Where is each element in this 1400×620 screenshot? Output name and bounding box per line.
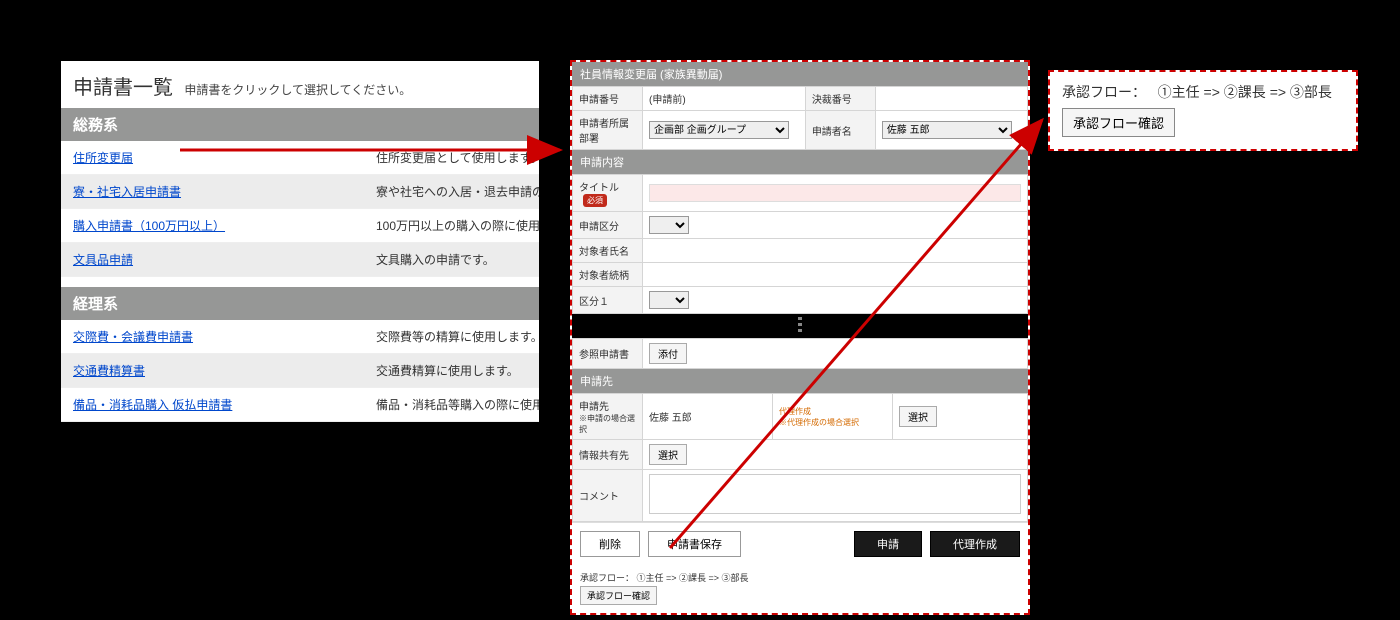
lbl-target-name: 対象者氏名 — [573, 239, 643, 263]
select-share-button[interactable]: 選択 — [649, 444, 687, 465]
val-relation[interactable] — [643, 263, 1028, 287]
val-ref: 添付 — [643, 339, 1028, 369]
form-title: 社員情報変更届 (家族異動届) — [572, 62, 1028, 86]
flow-text: ①主任 => ②課長 => ③部長 — [637, 573, 749, 583]
lbl-share: 情報共有先 — [573, 440, 643, 470]
list-row[interactable]: 交通費精算書 交通費精算に使用します。 — [61, 354, 539, 388]
list-row[interactable]: 備品・消耗品購入 仮払申請書 備品・消耗品等購入の際に使用し — [61, 388, 539, 422]
ref-table: 参照申請書 添付 — [572, 338, 1028, 369]
link-stationery[interactable]: 文具品申請 — [61, 243, 376, 276]
link-dorm-application[interactable]: 寮・社宅入居申請書 — [61, 175, 376, 208]
link-purchase-100man[interactable]: 購入申請書（100万円以上） — [61, 209, 376, 242]
save-draft-button[interactable]: 申請書保存 — [648, 531, 741, 557]
lbl-title: タイトル 必須 — [573, 175, 643, 212]
val-kbn1 — [643, 287, 1028, 314]
flow-confirm-button[interactable]: 承認フロー確認 — [580, 586, 657, 605]
section-general-affairs: 総務系 — [61, 108, 539, 141]
form-gap — [572, 314, 1028, 338]
val-title — [643, 175, 1028, 212]
select-dest-button[interactable]: 選択 — [899, 406, 937, 427]
panel-application-list: 申請書一覧 申請書をクリックして選択してください。 総務系 住所変更届 住所変更… — [60, 60, 540, 423]
lbl-comment: コメント — [573, 470, 643, 522]
val-dest-btn: 選択 — [893, 394, 1028, 440]
content-table: タイトル 必須 申請区分 対象者氏名 対象者続柄 区分１ — [572, 174, 1028, 314]
proxy-create-button[interactable]: 代理作成 — [930, 531, 1020, 557]
val-target-name[interactable] — [643, 239, 1028, 263]
dest-table: 申請先 ※申請の場合選択 佐藤 五郎 代理作成 ※代理作成の場合選択 選択 情報… — [572, 393, 1028, 522]
section-accounting: 経理系 — [61, 287, 539, 320]
panel-approval-flow-zoom: 承認フロー： ①主任 => ②課長 => ③部長 承認フロー確認 — [1048, 70, 1358, 151]
select-kbn1[interactable] — [649, 291, 689, 309]
lbl-ref: 参照申請書 — [573, 339, 643, 369]
list-row[interactable]: 寮・社宅入居申請書 寮や社宅への入居・退去申請の際 — [61, 175, 539, 209]
row-desc: 100万円以上の購入の際に使用す — [376, 209, 539, 242]
lbl-dest-sub: ※申請の場合選択 — [579, 414, 635, 434]
attach-button[interactable]: 添付 — [649, 343, 687, 364]
val-applicant: 佐藤 五郎 — [875, 111, 1027, 150]
lbl-applicant: 申請者名 — [805, 111, 875, 150]
val-dest: 佐藤 五郎 — [643, 394, 773, 440]
section-gap — [61, 277, 539, 287]
flow-confirm-button-zoom[interactable]: 承認フロー確認 — [1062, 108, 1175, 137]
delete-button[interactable]: 削除 — [580, 531, 640, 557]
flow-line: 承認フロー： ①主任 => ②課長 => ③部長 — [1062, 82, 1344, 102]
link-address-change[interactable]: 住所変更届 — [61, 141, 376, 174]
select-kubun[interactable] — [649, 216, 689, 234]
row-desc: 文具購入の申請です。 — [376, 243, 539, 276]
row-desc: 備品・消耗品等購入の際に使用し — [376, 388, 539, 421]
lbl-dest: 申請先 ※申請の場合選択 — [573, 394, 643, 440]
row-desc: 住所変更届として使用します。 — [376, 141, 539, 174]
textarea-comment[interactable] — [649, 474, 1021, 514]
val-comment — [643, 470, 1028, 522]
submit-button[interactable]: 申請 — [854, 531, 922, 557]
panel1-subtitle: 申請書をクリックして選択してください。 — [184, 83, 411, 97]
select-dept[interactable]: 企画部 企画グループ — [649, 121, 789, 139]
required-badge: 必須 — [583, 194, 607, 207]
lbl-dest-text: 申請先 — [579, 402, 609, 413]
val-share: 選択 — [643, 440, 1028, 470]
row-desc: 交際費等の精算に使用します。 — [376, 320, 539, 353]
section-content: 申請内容 — [572, 150, 1028, 174]
flow-text-zoom: ①主任 => ②課長 => ③部長 — [1158, 84, 1332, 100]
lbl-title-text: タイトル — [579, 183, 619, 194]
val-dest-note: 代理作成 ※代理作成の場合選択 — [773, 394, 893, 440]
form-header-table: 申請番号 (申請前) 決裁番号 申請者所属部署 企画部 企画グループ 申請者名 … — [572, 86, 1028, 150]
select-applicant[interactable]: 佐藤 五郎 — [882, 121, 1012, 139]
flow-label-zoom: 承認フロー： — [1062, 84, 1146, 100]
lbl-decision-no: 決裁番号 — [805, 87, 875, 111]
approval-flow-footer: 承認フロー： ①主任 => ②課長 => ③部長 承認フロー確認 — [572, 565, 1028, 613]
lbl-relation: 対象者続柄 — [573, 263, 643, 287]
list-row[interactable]: 住所変更届 住所変更届として使用します。 — [61, 141, 539, 175]
section-destination: 申請先 — [572, 369, 1028, 393]
action-bar: 削除 申請書保存 申請 代理作成 — [572, 522, 1028, 565]
link-supplies-advance[interactable]: 備品・消耗品購入 仮払申請書 — [61, 388, 376, 421]
list-row[interactable]: 購入申請書（100万円以上） 100万円以上の購入の際に使用す — [61, 209, 539, 243]
list-row[interactable]: 交際費・会議費申請書 交際費等の精算に使用します。 — [61, 320, 539, 354]
panel1-title: 申請書一覧 — [73, 71, 173, 100]
row-desc: 寮や社宅への入居・退去申請の際 — [376, 175, 539, 208]
link-entertainment-expense[interactable]: 交際費・会議費申請書 — [61, 320, 376, 353]
lbl-kbn1: 区分１ — [573, 287, 643, 314]
val-kubun — [643, 212, 1028, 239]
lbl-dept: 申請者所属部署 — [573, 111, 643, 150]
row-desc: 交通費精算に使用します。 — [376, 354, 539, 387]
panel-application-form: 社員情報変更届 (家族異動届) 申請番号 (申請前) 決裁番号 申請者所属部署 … — [570, 60, 1030, 615]
list-row[interactable]: 文具品申請 文具購入の申請です。 — [61, 243, 539, 277]
flow-label: 承認フロー： — [580, 573, 634, 583]
dest-name: 佐藤 五郎 — [649, 409, 749, 424]
input-title[interactable] — [649, 184, 1021, 202]
val-dept: 企画部 企画グループ — [643, 111, 806, 150]
dest-note2: ※代理作成の場合選択 — [779, 419, 859, 428]
panel1-header: 申請書一覧 申請書をクリックして選択してください。 — [61, 61, 539, 108]
dest-note1: 代理作成 — [779, 408, 811, 417]
link-transport-expense[interactable]: 交通費精算書 — [61, 354, 376, 387]
val-decision-no — [875, 87, 1027, 111]
lbl-app-no: 申請番号 — [573, 87, 643, 111]
val-app-no: (申請前) — [643, 87, 806, 111]
lbl-kubun: 申請区分 — [573, 212, 643, 239]
